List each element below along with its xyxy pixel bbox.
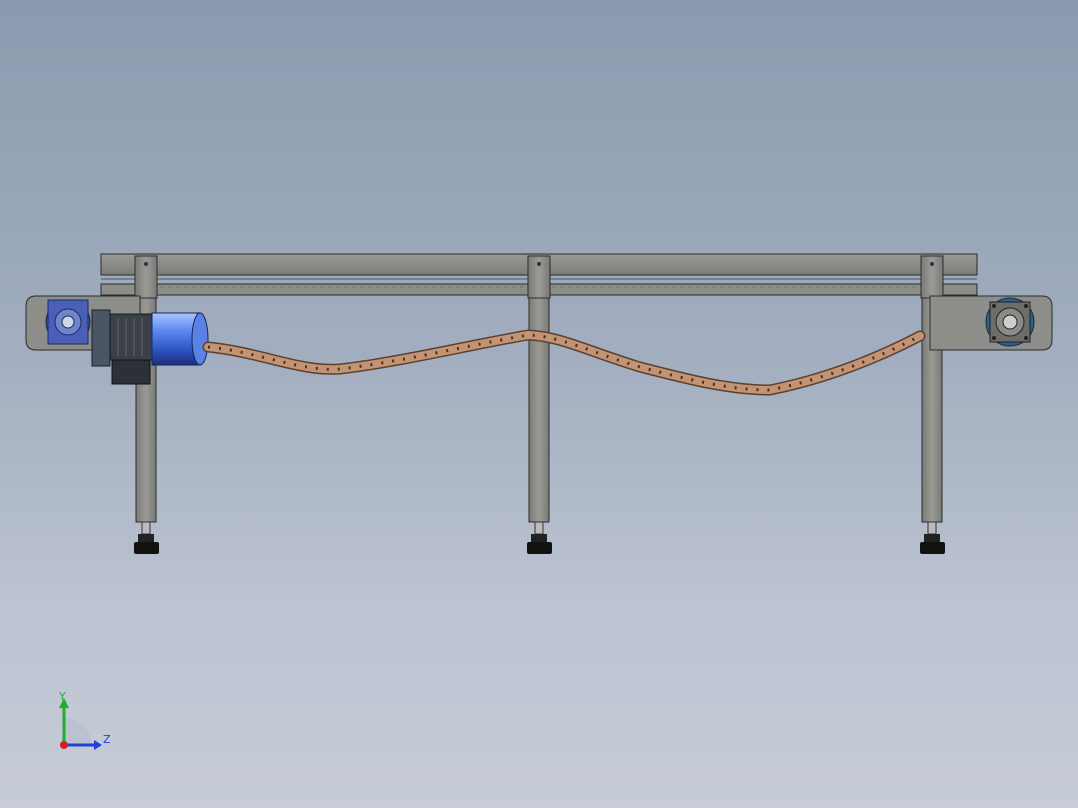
conveyor-model[interactable]: Y Z xyxy=(0,0,1078,808)
leg-middle xyxy=(527,255,552,554)
triad-z-label: Z xyxy=(103,733,111,746)
graphics-viewport[interactable]: Y Z xyxy=(0,0,1078,808)
motor xyxy=(151,312,209,366)
right-sprocket-icon xyxy=(985,297,1035,347)
triad-y-label: Y xyxy=(58,690,66,703)
coordinate-triad: Y Z xyxy=(58,690,111,750)
drive-chain xyxy=(202,329,926,396)
gear-reducer xyxy=(91,309,155,385)
x-axis-icon xyxy=(60,741,68,749)
left-sprocket-icon xyxy=(45,299,91,345)
